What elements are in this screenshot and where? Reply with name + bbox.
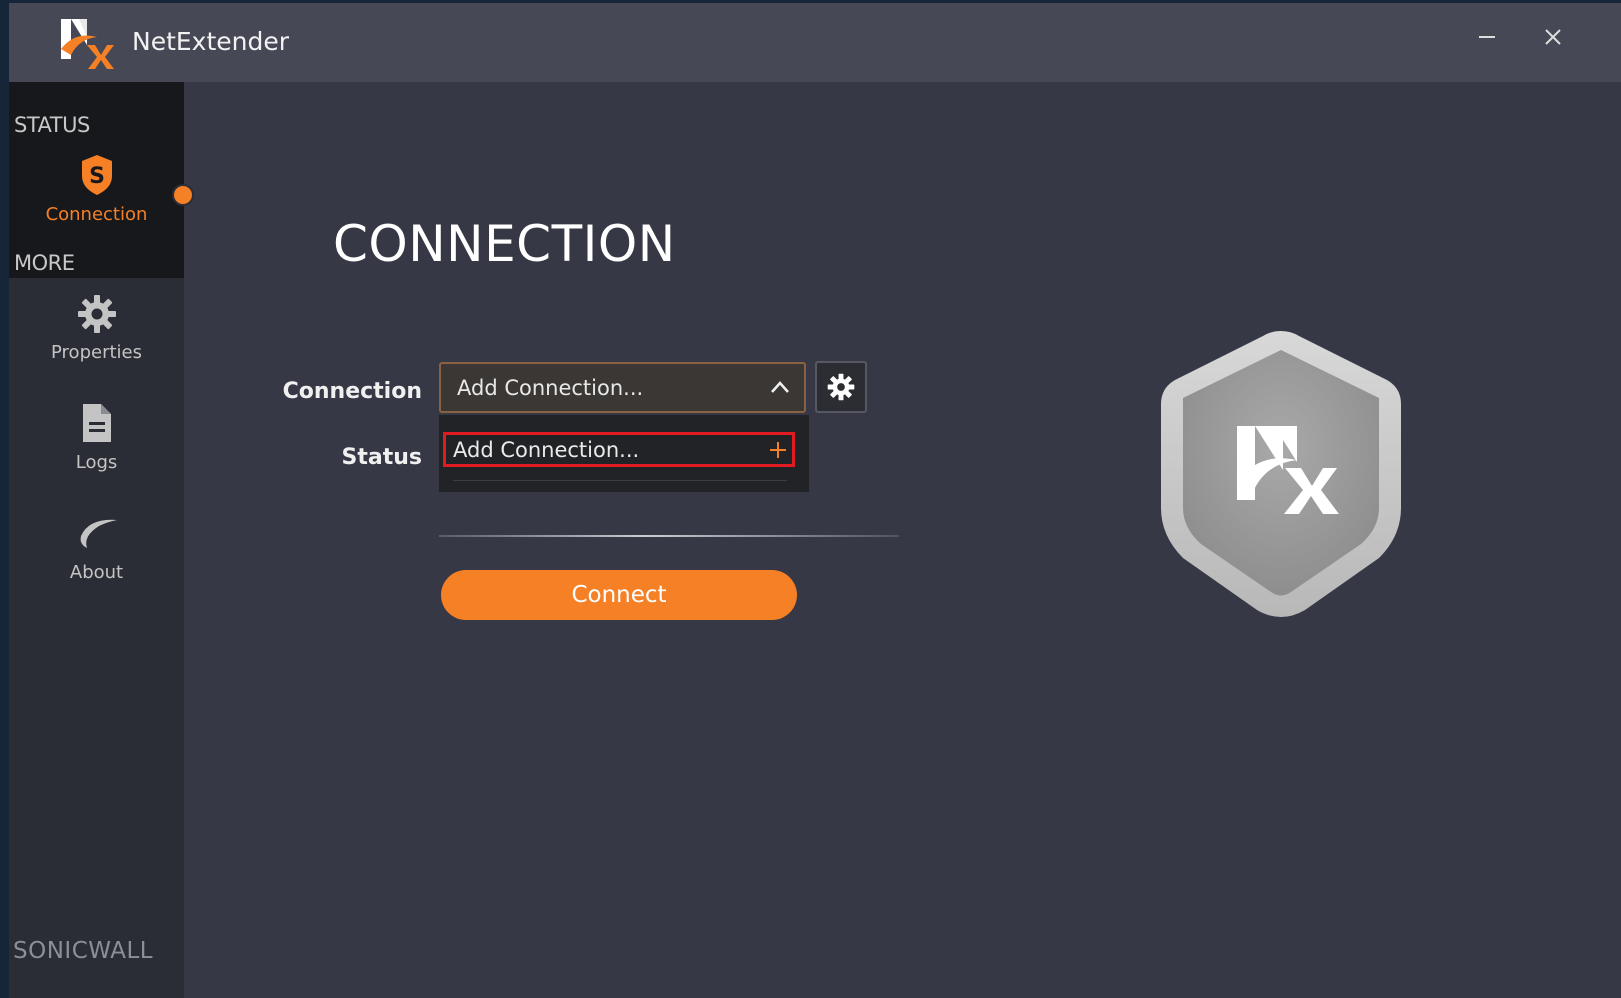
dropdown-option-add-connection[interactable]: Add Connection... bbox=[443, 432, 795, 467]
sidebar-item-label: Connection bbox=[45, 204, 148, 225]
sidebar-item-label: About bbox=[69, 562, 124, 583]
connection-settings-button[interactable] bbox=[815, 361, 867, 413]
sidebar-item-label: Logs bbox=[75, 452, 118, 473]
more-section-header: MORE bbox=[14, 251, 75, 275]
connection-label: Connection bbox=[282, 379, 422, 404]
sonicwall-shield-icon: S bbox=[81, 155, 112, 195]
sidebar: STATUS S Connection MORE Properties Logs… bbox=[9, 82, 194, 998]
sidebar-item-label: Properties bbox=[51, 342, 142, 363]
chevron-up-icon bbox=[771, 381, 789, 393]
connection-dropdown-list: Add Connection... bbox=[439, 415, 809, 492]
window-title: NetExtender bbox=[132, 27, 290, 56]
title-bar: NetExtender bbox=[9, 3, 1621, 82]
page-title: CONNECTION bbox=[333, 215, 676, 273]
connection-select[interactable]: Add Connection... bbox=[439, 362, 806, 413]
swoosh-icon bbox=[80, 519, 117, 548]
sonicwall-brand: SONICWALL bbox=[13, 938, 154, 964]
netextender-shield-icon bbox=[1161, 331, 1401, 617]
sidebar-item-about[interactable]: About bbox=[9, 514, 184, 583]
gear-icon bbox=[827, 373, 855, 401]
document-icon bbox=[82, 404, 111, 442]
active-indicator bbox=[172, 184, 194, 206]
status-label: Status bbox=[341, 445, 422, 470]
dropdown-option-label: Add Connection... bbox=[453, 438, 640, 462]
connect-button[interactable]: Connect bbox=[441, 570, 797, 620]
sidebar-item-properties[interactable]: Properties bbox=[9, 294, 184, 363]
sidebar-item-connection[interactable]: S Connection bbox=[9, 154, 184, 225]
minimize-icon[interactable] bbox=[1469, 21, 1505, 57]
sidebar-item-logs[interactable]: Logs bbox=[9, 402, 184, 473]
connection-select-value: Add Connection... bbox=[457, 376, 644, 400]
svg-text:S: S bbox=[89, 164, 105, 189]
dropdown-separator bbox=[453, 480, 787, 481]
netextender-logo-icon bbox=[61, 19, 114, 69]
netextender-window: NetExtender STATUS S Connection MORE Pro… bbox=[9, 3, 1621, 998]
plus-icon bbox=[770, 442, 786, 458]
divider-line bbox=[439, 535, 899, 537]
status-section-header: STATUS bbox=[14, 113, 90, 137]
gear-icon bbox=[77, 295, 116, 333]
close-icon[interactable] bbox=[1535, 21, 1571, 57]
